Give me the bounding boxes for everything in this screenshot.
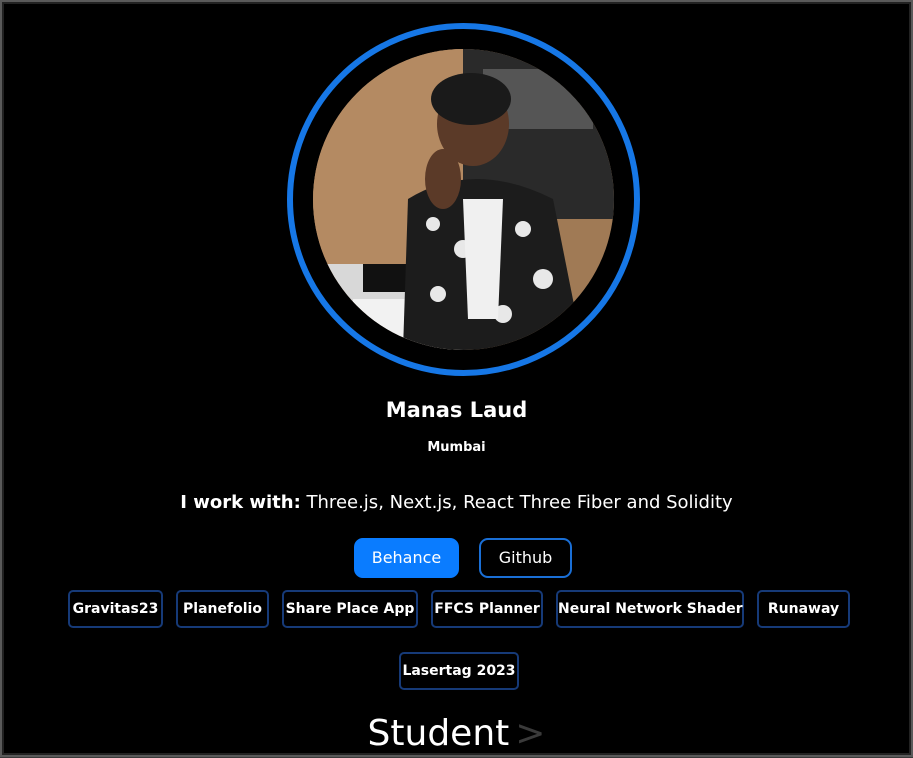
avatar — [313, 49, 614, 350]
behance-button[interactable]: Behance — [354, 538, 459, 578]
avatar-ring — [287, 23, 640, 376]
project-planefolio[interactable]: Planefolio — [176, 590, 269, 628]
work-label: I work with: — [180, 492, 301, 513]
work-summary: I work with: Three.js, Next.js, React Th… — [6, 492, 907, 513]
profile-card: Manas Laud Mumbai I work with: Three.js,… — [6, 6, 907, 754]
role-typewriter: Student > — [6, 710, 907, 758]
project-lasertag-2023[interactable]: Lasertag 2023 — [399, 652, 519, 690]
project-runaway[interactable]: Runaway — [757, 590, 850, 628]
project-gravitas23[interactable]: Gravitas23 — [68, 590, 163, 628]
profile-name: Manas Laud — [385, 398, 528, 422]
github-button[interactable]: Github — [479, 538, 572, 578]
project-ffcs-planner[interactable]: FFCS Planner — [431, 590, 543, 628]
project-neural-network-shader[interactable]: Neural Network Shader — [556, 590, 744, 628]
avatar-photo — [313, 49, 614, 350]
role-text: Student — [367, 713, 510, 754]
window-frame: Manas Laud Mumbai I work with: Three.js,… — [0, 0, 913, 757]
work-stack: Three.js, Next.js, React Three Fiber and… — [306, 492, 733, 513]
project-share-place-app[interactable]: Share Place App — [282, 590, 418, 628]
profile-location: Mumbai — [427, 440, 486, 455]
typing-cursor: > — [515, 713, 546, 754]
